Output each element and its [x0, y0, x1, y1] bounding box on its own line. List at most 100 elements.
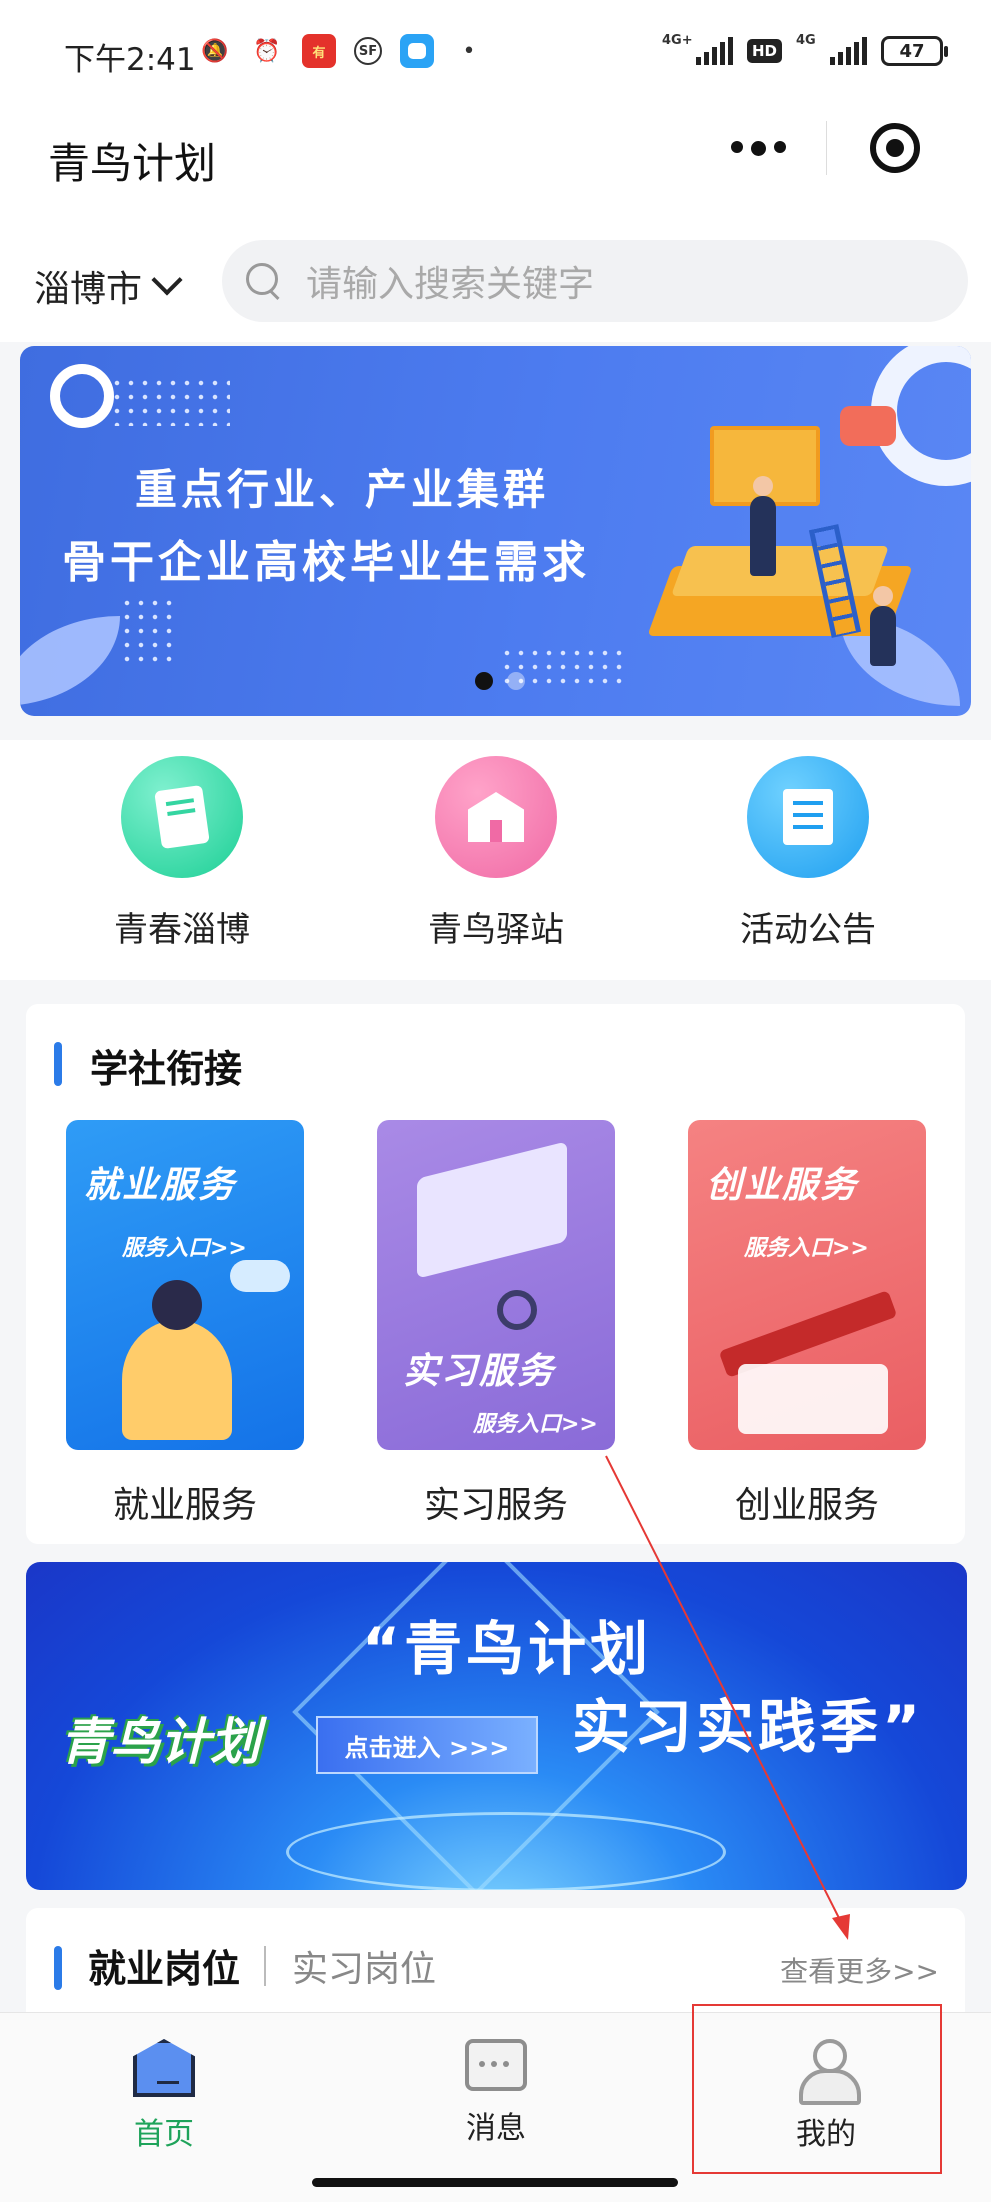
quick-entry-station[interactable]: 青鸟驿站 — [376, 756, 616, 951]
building-icon — [435, 756, 557, 878]
promo-title-line-2: 实习实践季” — [572, 1693, 925, 1761]
battery-icon: 47 — [881, 36, 948, 66]
city-selector[interactable]: 淄博市 — [34, 260, 183, 312]
tab-home[interactable]: 首页 — [64, 2039, 264, 2153]
person-figure — [870, 586, 896, 666]
tab-messages[interactable]: 消息 — [396, 2039, 596, 2147]
qingniao-logo: 青鸟计划 — [60, 1713, 260, 1771]
service-image-heading: 创业服务 — [706, 1165, 859, 1206]
app-icon-blue — [400, 34, 434, 68]
view-more-link[interactable]: 查看更多>> — [780, 1950, 939, 1990]
page-title: 青鸟计划 — [48, 139, 217, 188]
nav-bar: 青鸟计划 — [0, 110, 991, 230]
status-time: 下午2:41 — [64, 42, 196, 78]
notice-icon — [747, 756, 869, 878]
tab-employment-jobs[interactable]: 就业岗位 — [88, 1938, 240, 1993]
jobs-section-header: 就业岗位 实习岗位 查看更多>> — [26, 1908, 965, 2018]
home-indicator[interactable] — [312, 2178, 678, 2187]
message-icon — [465, 2039, 527, 2091]
banner-indicators — [475, 672, 525, 690]
employment-service-card[interactable]: 就业服务 服务入口>> 就业服务 — [66, 1120, 304, 1528]
dot-icon — [751, 140, 766, 156]
search-row: 淄博市 请输入搜索关键字 — [0, 230, 991, 342]
chart-illustration — [738, 1364, 888, 1434]
status-right: 4G+ HD 4G 47 — [662, 33, 948, 66]
banner-line-2: 骨干企业高校毕业生需求 — [62, 537, 590, 588]
section-title: 学社衔接 — [90, 1047, 243, 1091]
search-icon — [246, 263, 282, 299]
more-button[interactable] — [691, 140, 826, 156]
service-label: 实习服务 — [423, 1485, 568, 1526]
dot-icon: • — [462, 38, 476, 64]
people-illustration — [122, 1280, 232, 1440]
quick-entry-label: 活动公告 — [740, 910, 876, 950]
glow-ring-decoration — [286, 1812, 726, 1890]
graduation-illustration — [620, 406, 950, 666]
quick-entry-qingchun[interactable]: 青春淄博 — [62, 756, 302, 951]
quick-entry-label: 青鸟驿站 — [428, 910, 564, 950]
leaf-decoration — [20, 616, 120, 706]
hd-badge: HD — [746, 39, 782, 63]
service-label: 创业服务 — [734, 1485, 879, 1526]
tab-internship-jobs[interactable]: 实习岗位 — [292, 1940, 436, 1992]
school-society-section: 学社衔接 就业服务 服务入口>> 就业服务 实习服务 服务入口>> 实习服务 创… — [26, 1004, 965, 1544]
status-icons: 🔕 ⏰ 有 SF • — [198, 34, 486, 68]
service-image-sub: 服务入口>> — [473, 1412, 598, 1437]
city-label: 淄博市 — [34, 269, 143, 310]
promo-title-line-1: “青鸟计划 — [362, 1615, 653, 1683]
close-miniprogram-button[interactable] — [827, 123, 963, 173]
search-placeholder: 请输入搜索关键字 — [306, 264, 595, 305]
status-bar: 下午2:41 🔕 ⏰ 有 SF • 4G+ HD 4G 47 — [0, 0, 991, 110]
service-image-sub: 服务入口>> — [122, 1236, 247, 1261]
top-banner[interactable]: 重点行业、产业集群 骨干企业高校毕业生需求 — [20, 346, 971, 716]
signal-icon-2: 4G — [796, 33, 867, 65]
dot-icon — [774, 140, 786, 153]
ring-decoration — [50, 364, 114, 428]
tab-divider — [264, 1946, 266, 1986]
dots-decoration — [120, 596, 180, 666]
indicator-dot[interactable] — [507, 672, 525, 690]
quick-entry-notice[interactable]: 活动公告 — [688, 756, 928, 951]
signal-tag: 4G+ — [661, 33, 693, 48]
quick-entry-label: 青春淄博 — [114, 910, 250, 950]
banner-line-1: 重点行业、产业集群 — [135, 465, 550, 514]
chevron-down-icon — [151, 264, 183, 296]
service-image-sub: 服务入口>> — [744, 1236, 869, 1261]
quick-entries: 青春淄博 青鸟驿站 活动公告 — [0, 740, 991, 980]
signal-icon: 4G+ — [662, 33, 733, 65]
internship-service-card[interactable]: 实习服务 服务入口>> 实习服务 — [377, 1120, 615, 1528]
enter-button[interactable]: 点击进入 >>> — [316, 1716, 538, 1774]
magnifier-icon — [497, 1290, 537, 1330]
section-accent-bar — [54, 1042, 62, 1086]
speech-bubble-icon — [840, 406, 896, 446]
section-accent-bar — [54, 1946, 62, 1990]
service-image-heading: 就业服务 — [84, 1165, 237, 1206]
service-image-heading: 实习服务 — [403, 1351, 556, 1392]
internship-service-image: 实习服务 服务入口>> — [377, 1120, 615, 1450]
home-icon — [133, 2039, 195, 2097]
tab-label: 消息 — [466, 2111, 526, 2146]
laptop-illustration — [417, 1141, 567, 1279]
app-icon-red: 有 — [302, 34, 336, 68]
indicator-dot-active[interactable] — [475, 672, 493, 690]
employment-service-image: 就业服务 服务入口>> — [66, 1120, 304, 1450]
mute-icon: 🔕 — [201, 38, 229, 64]
miniprogram-capsule — [691, 110, 963, 186]
alarm-icon: ⏰ — [253, 38, 281, 64]
startup-service-image: 创业服务 服务入口>> — [688, 1120, 926, 1450]
sf-icon: SF — [354, 37, 382, 65]
internship-season-banner[interactable]: 青鸟计划 “青鸟计划 实习实践季” 点击进入 >>> — [26, 1562, 967, 1890]
target-icon — [870, 123, 920, 173]
dots-decoration — [110, 376, 230, 426]
book-shape — [670, 546, 890, 596]
search-input[interactable]: 请输入搜索关键字 — [222, 240, 968, 322]
annotation-highlight-box — [692, 2004, 942, 2174]
signal-tag-2: 4G — [796, 33, 816, 48]
app-screen: 下午2:41 🔕 ⏰ 有 SF • 4G+ HD 4G 47 青鸟计划 淄博市 … — [0, 0, 991, 2202]
cloud-decoration — [230, 1260, 290, 1292]
book-icon — [121, 756, 243, 878]
service-label: 就业服务 — [112, 1485, 257, 1526]
tab-label: 首页 — [134, 2117, 194, 2152]
dot-icon — [731, 140, 743, 153]
startup-service-card[interactable]: 创业服务 服务入口>> 创业服务 — [688, 1120, 926, 1528]
